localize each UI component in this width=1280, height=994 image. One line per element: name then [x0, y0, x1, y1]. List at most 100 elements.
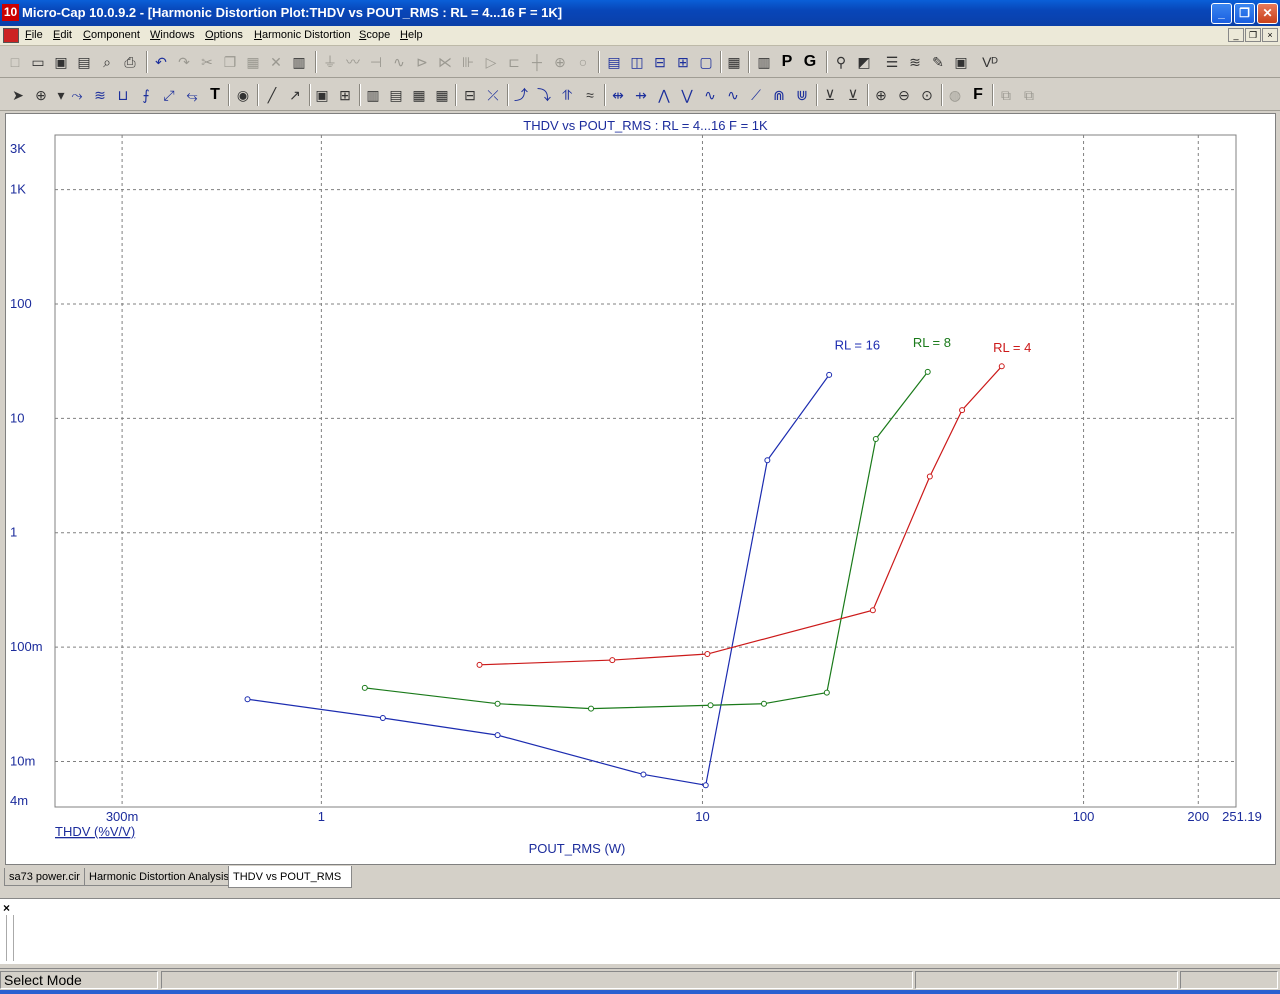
- minimize-button[interactable]: _: [1211, 3, 1232, 24]
- vertical-grid-icon[interactable]: ▦: [433, 86, 451, 104]
- data-point[interactable]: [379, 714, 386, 721]
- junction-icon[interactable]: ┼: [528, 53, 546, 71]
- output-window[interactable]: ×: [0, 898, 1280, 964]
- single-window-icon[interactable]: ▢: [697, 53, 715, 71]
- zoom-in-icon[interactable]: ⊕: [872, 86, 890, 104]
- wire-mode-icon[interactable]: ⤳: [68, 86, 86, 104]
- data-point[interactable]: [640, 771, 647, 778]
- cut-icon[interactable]: ✂: [198, 53, 216, 71]
- diagonal-wire-icon[interactable]: ⊔: [114, 86, 132, 104]
- copy-plot-icon[interactable]: ⧉: [997, 86, 1015, 104]
- waveform-icon[interactable]: ≋: [906, 53, 924, 71]
- mdi-close-button[interactable]: ×: [1262, 28, 1278, 42]
- resistor-icon[interactable]: 〰: [344, 53, 362, 71]
- data-point[interactable]: [872, 435, 879, 442]
- data-point[interactable]: [998, 363, 1005, 370]
- plot-p-button[interactable]: P: [778, 53, 796, 71]
- probe-icon[interactable]: ⚲: [832, 53, 850, 71]
- menu-scope[interactable]: Scope: [359, 29, 390, 41]
- source-icon[interactable]: ⊕: [551, 53, 569, 71]
- pin-mode-icon[interactable]: ⥃: [183, 86, 201, 104]
- series-line-0[interactable]: [247, 374, 830, 786]
- current-source-icon[interactable]: ○: [574, 53, 592, 71]
- zoom-out-icon[interactable]: ⊖: [895, 86, 913, 104]
- menu-help[interactable]: Help: [400, 29, 423, 41]
- properties-icon[interactable]: ▥: [755, 53, 773, 71]
- animate-icon[interactable]: ◍: [946, 86, 964, 104]
- cascade-windows-icon[interactable]: ▤: [605, 53, 623, 71]
- output-grip-handle[interactable]: [6, 915, 14, 961]
- tab-harmonic-analysis[interactable]: Harmonic Distortion Analysis: [84, 868, 234, 886]
- delete-icon[interactable]: ✕: [267, 53, 285, 71]
- minor-grid-icon[interactable]: ▤: [387, 86, 405, 104]
- restore-button[interactable]: ❐: [1234, 3, 1255, 24]
- cursor-right-icon[interactable]: ⇸: [632, 86, 650, 104]
- data-point[interactable]: [826, 371, 833, 378]
- valley-icon[interactable]: ⋁: [678, 86, 696, 104]
- menu-component[interactable]: Component: [83, 29, 140, 41]
- mdi-minimize-button[interactable]: _: [1228, 28, 1244, 42]
- document-icon[interactable]: [3, 28, 19, 43]
- data-point[interactable]: [760, 700, 767, 707]
- app-logo-icon[interactable]: 10: [2, 4, 19, 21]
- f-button[interactable]: F: [969, 86, 987, 104]
- print-preview-icon[interactable]: ⌕: [98, 53, 116, 71]
- capacitor-icon[interactable]: ⊣: [367, 53, 385, 71]
- data-point[interactable]: [764, 457, 771, 464]
- inductor-icon[interactable]: ∿: [390, 53, 408, 71]
- copy-icon[interactable]: ❐: [221, 53, 239, 71]
- tab-thdv-plot[interactable]: THDV vs POUT_RMS: [228, 866, 352, 888]
- data-point[interactable]: [588, 705, 595, 712]
- arrow-tool-icon[interactable]: ↗: [286, 86, 304, 104]
- mdi-restore-button[interactable]: ❐: [1245, 28, 1261, 42]
- data-point[interactable]: [702, 782, 709, 789]
- calculator-icon[interactable]: ▦: [725, 53, 743, 71]
- text-tool-button[interactable]: T: [206, 86, 224, 104]
- new-file-icon[interactable]: □: [6, 53, 24, 71]
- major-grid-icon[interactable]: ▥: [364, 86, 382, 104]
- vd-icon[interactable]: Vᴰ: [981, 53, 999, 71]
- help-mode-icon[interactable]: ⤢: [160, 86, 178, 104]
- cursor-low-icon[interactable]: ≈: [581, 86, 599, 104]
- baseline-icon[interactable]: ⊟: [461, 86, 479, 104]
- data-point[interactable]: [869, 607, 876, 614]
- global-high-icon[interactable]: ⋒: [770, 86, 788, 104]
- tile-horizontal-icon[interactable]: ⊟: [651, 53, 669, 71]
- marker-icon[interactable]: ✎: [929, 53, 947, 71]
- menu-edit[interactable]: Edit: [53, 29, 72, 41]
- cursor-high-icon[interactable]: ⥣: [558, 86, 576, 104]
- high-icon[interactable]: ∿: [701, 86, 719, 104]
- print-icon[interactable]: ⎙: [121, 53, 139, 71]
- low-icon[interactable]: ∿: [724, 86, 742, 104]
- data-point[interactable]: [476, 661, 483, 668]
- opamp-icon[interactable]: ▷: [482, 53, 500, 71]
- data-point[interactable]: [926, 473, 933, 480]
- output-close-icon[interactable]: ×: [3, 901, 10, 915]
- y-axis-label[interactable]: THDV (%V/V): [55, 824, 135, 839]
- component-mode-icon[interactable]: ⊕: [32, 86, 50, 104]
- data-point[interactable]: [494, 732, 501, 739]
- data-point[interactable]: [924, 368, 931, 375]
- tab-circuit[interactable]: sa73 power.cir: [4, 868, 85, 886]
- save-icon[interactable]: ▣: [52, 53, 70, 71]
- data-point[interactable]: [704, 651, 711, 658]
- data-point[interactable]: [244, 696, 251, 703]
- menu-windows[interactable]: Windows: [150, 29, 195, 41]
- box-icon[interactable]: ▣: [313, 86, 331, 104]
- cursor-valley-icon[interactable]: ⤵: [535, 86, 553, 104]
- paste-icon[interactable]: ▦: [244, 53, 262, 71]
- cursor-left-icon[interactable]: ⇹: [609, 86, 627, 104]
- data-point[interactable]: [959, 407, 966, 414]
- plot-g-button[interactable]: G: [801, 53, 819, 71]
- go-to-y-icon[interactable]: ⊻: [844, 86, 862, 104]
- select-arrow-icon[interactable]: ➤: [9, 86, 27, 104]
- ground-icon[interactable]: ⏚: [321, 53, 339, 71]
- analysis-limits-icon[interactable]: ▣: [952, 53, 970, 71]
- parameters-icon[interactable]: ☰: [883, 53, 901, 71]
- inflection-icon[interactable]: ⟋: [747, 86, 765, 104]
- bus-mode-icon[interactable]: ≋: [91, 86, 109, 104]
- save-all-icon[interactable]: ▤: [75, 53, 93, 71]
- split-window-icon[interactable]: ⊞: [674, 53, 692, 71]
- diode-icon[interactable]: ⊳: [413, 53, 431, 71]
- menu-file[interactable]: File: [25, 29, 43, 41]
